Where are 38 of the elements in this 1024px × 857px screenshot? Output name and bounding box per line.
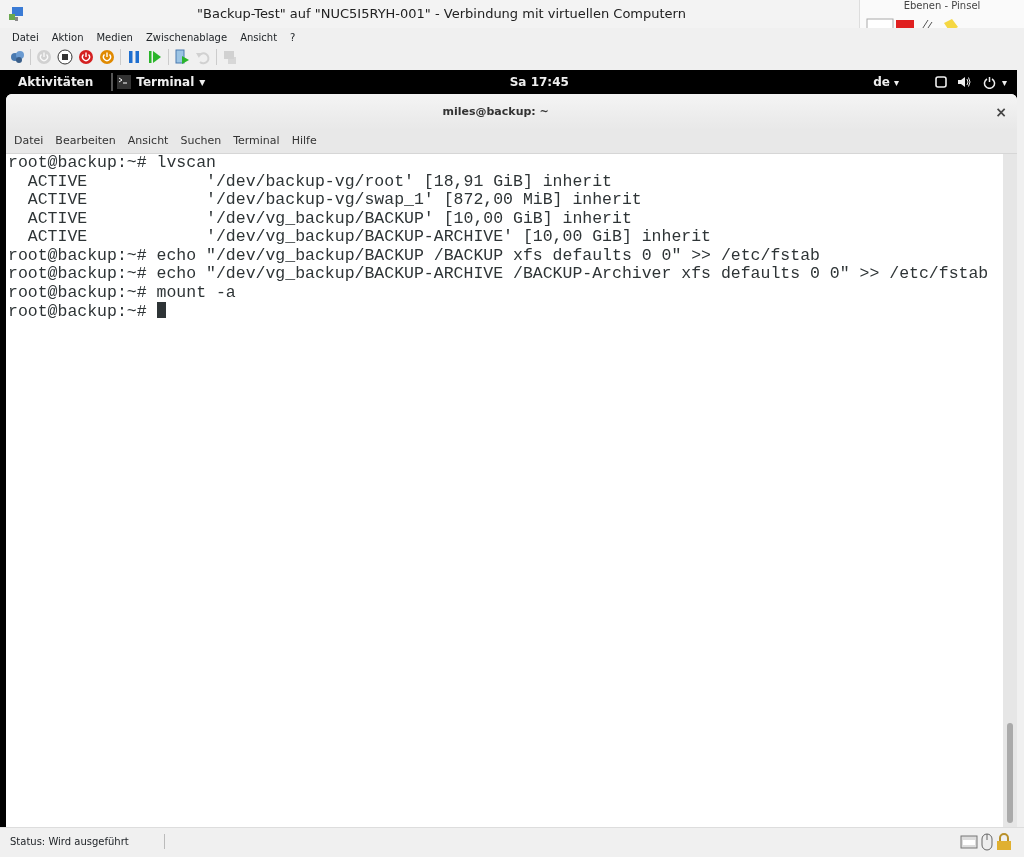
pause-icon[interactable] bbox=[126, 48, 142, 65]
app-icon bbox=[8, 6, 24, 22]
keyboard-layout[interactable]: de bbox=[873, 73, 890, 91]
mouse-icon bbox=[981, 832, 993, 851]
terminal-title: miles@backup: ~ bbox=[441, 103, 550, 120]
window-title: "Backup-Test" auf "NUC5I5RYH-001" - Verbindung mit virtuellen Computern bbox=[196, 5, 687, 24]
window-icon bbox=[934, 76, 947, 88]
status-text: Status: Wird ausgeführt bbox=[0, 834, 165, 849]
menu-item[interactable]: Medien bbox=[96, 30, 133, 45]
caret-icon: ▾ bbox=[1001, 74, 1007, 90]
menu-item[interactable]: Zwischenablage bbox=[145, 30, 228, 45]
caret-icon: ▾ bbox=[893, 74, 899, 90]
play-icon[interactable] bbox=[147, 48, 163, 65]
volume-icon bbox=[956, 76, 971, 88]
menu-item[interactable]: Suchen bbox=[180, 133, 222, 150]
menu-item[interactable]: Aktion bbox=[51, 30, 84, 45]
close-button[interactable]: × bbox=[985, 105, 1017, 119]
panel-title: Ebenen - Pinsel bbox=[902, 0, 982, 12]
menu-item[interactable]: ? bbox=[290, 30, 296, 45]
menu-item[interactable]: Terminal bbox=[233, 133, 280, 150]
power-icon[interactable] bbox=[78, 48, 94, 65]
terminal-icon bbox=[117, 75, 132, 89]
menu-item[interactable]: Datei bbox=[14, 133, 44, 150]
menu-item[interactable]: Ansicht bbox=[240, 30, 278, 45]
activities-button[interactable]: Aktivitäten bbox=[18, 73, 94, 91]
menu-item[interactable]: Datei bbox=[12, 30, 39, 45]
terminal-output: root@backup:~# lvscan ACTIVE '/dev/backup-vg/root' [18,91 GiB] inherit ACTIVE '/dev/backup-vg/swap_1' [872,00 MiB] inherit ACTIVE '/dev/vg_backup/BACKUP' [10,00 GiB] inherit ACTIVE '/dev/vg_backup/BACKUP-ARCHIVE' [10,00 GiB] inherit root@backup:~# echo "/dev/vg_backup/BACKUP /BACKUP xfs defaults 0 0" >> /etc/fstab root@backup:~# echo "/dev/vg_backup/BACKUP-ARCHIVE /BACKUP-Archiver xfs defaults 0 0" >> /etc/fstab root@backup:~# mount -a root@backup:~# bbox=[7, 154, 990, 323]
power-icon[interactable] bbox=[99, 48, 115, 65]
power-icon bbox=[982, 75, 996, 89]
stop-icon[interactable] bbox=[57, 48, 73, 65]
scrollbar[interactable] bbox=[1003, 154, 1017, 827]
lock-icon bbox=[996, 832, 1012, 851]
menu-item[interactable]: Ansicht bbox=[127, 133, 169, 150]
menu-item[interactable]: Bearbeiten bbox=[55, 133, 116, 150]
document-icon[interactable] bbox=[174, 48, 190, 65]
menu-item[interactable]: Hilfe bbox=[291, 133, 317, 150]
clock[interactable]: Sa 17:45 bbox=[509, 75, 569, 89]
app-menu[interactable]: Terminal ▾ bbox=[111, 73, 206, 91]
